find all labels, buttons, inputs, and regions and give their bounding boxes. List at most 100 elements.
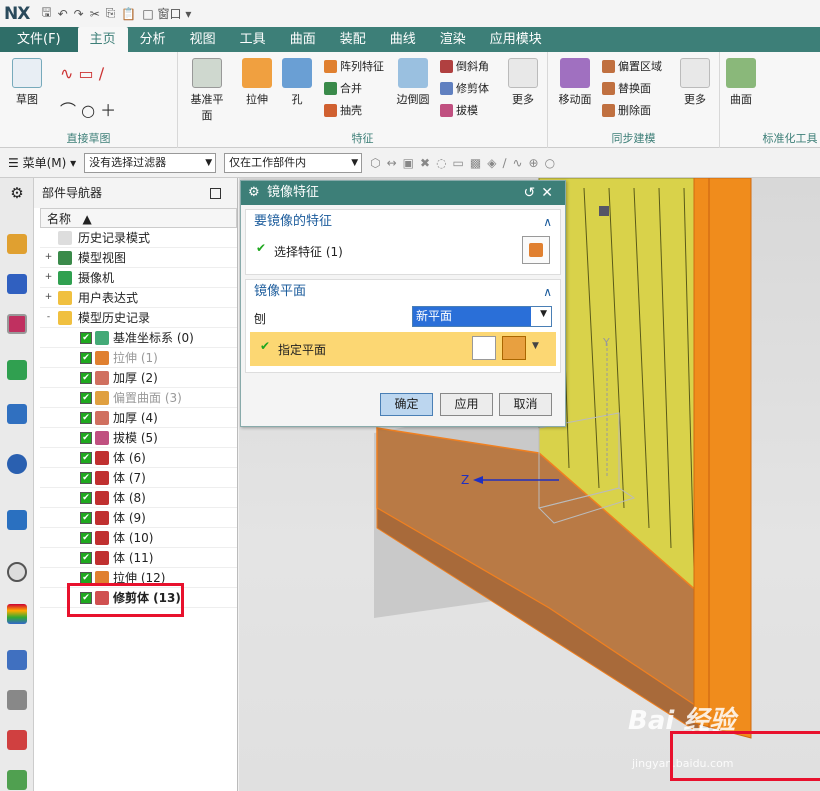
reset-icon[interactable]: ↺ <box>524 185 542 201</box>
plane-dialog-button[interactable] <box>472 336 496 360</box>
info-icon[interactable] <box>7 454 27 474</box>
cut-icon[interactable]: ✂ <box>90 7 100 21</box>
manufacturing-wizard-icon[interactable] <box>7 690 27 710</box>
history-feature-row[interactable]: ✔ 体 (6) <box>40 448 237 468</box>
tab-tools[interactable]: 工具 <box>228 27 278 52</box>
delete-face-button[interactable]: 删除面 <box>602 102 651 118</box>
expand-toggle[interactable] <box>44 233 53 242</box>
offset-region-button[interactable]: 偏置区域 <box>602 58 662 74</box>
tree-node[interactable]: + 用户表达式 <box>40 288 237 308</box>
undo-icon[interactable]: ↶ <box>58 7 68 21</box>
expand-toggle[interactable]: - <box>44 313 53 322</box>
trim-body-button[interactable]: 修剪体 <box>440 80 489 96</box>
snap-icons[interactable]: ⬡↔▣✖◌▭▩◈∕∿⊕○ <box>370 156 561 170</box>
web-browser-icon[interactable] <box>7 510 27 530</box>
tab-assembly[interactable]: 装配 <box>328 27 378 52</box>
system-scene-icon[interactable] <box>7 770 27 790</box>
part-nav-icon[interactable] <box>7 314 27 334</box>
collapse-icon[interactable]: ∧ <box>543 280 552 304</box>
expand-toggle[interactable]: + <box>44 253 53 262</box>
tab-analysis[interactable]: 分析 <box>128 27 178 52</box>
history-feature-row[interactable]: ✔ 体 (8) <box>40 488 237 508</box>
close-icon[interactable]: ✕ <box>541 185 559 201</box>
section-header[interactable]: 要镜像的特征 ∧ <box>246 210 560 234</box>
feature-checkbox[interactable]: ✔ <box>80 452 92 464</box>
gear-icon[interactable]: ⚙ <box>7 184 27 204</box>
surface-button[interactable]: 曲面 <box>720 58 762 107</box>
extrude-button[interactable]: 拉伸 <box>236 58 278 107</box>
redo-icon[interactable]: ↷ <box>74 7 84 21</box>
datum-plane-button[interactable]: 基准平面 <box>186 58 228 123</box>
tree-node[interactable]: 历史记录模式 <box>40 228 237 248</box>
history-feature-row[interactable]: ✔ 加厚 (2) <box>40 368 237 388</box>
sync-more-button[interactable]: 更多 <box>674 58 716 107</box>
history-feature-row[interactable]: ✔ 体 (10) <box>40 528 237 548</box>
chevron-down-icon[interactable]: ▼ <box>532 341 539 351</box>
pattern-feature-button[interactable]: 阵列特征 <box>324 58 384 74</box>
feature-checkbox[interactable]: ✔ <box>80 492 92 504</box>
feature-checkbox[interactable]: ✔ <box>80 532 92 544</box>
tree-node[interactable]: + 摄像机 <box>40 268 237 288</box>
save-icon[interactable]: 🖫 <box>41 3 51 24</box>
tab-application[interactable]: 应用模块 <box>478 27 554 52</box>
history-feature-row[interactable]: ✔ 基准坐标系 (0) <box>40 328 237 348</box>
menu-button[interactable]: ☰ 菜单(M) ▾ <box>8 154 76 171</box>
hole-button[interactable]: 孔 <box>276 58 318 107</box>
apply-button[interactable]: 应用 <box>440 393 493 416</box>
tab-curve[interactable]: 曲线 <box>378 27 428 52</box>
specify-plane-row[interactable]: ✔ 指定平面 ▼ <box>250 332 556 366</box>
history-clock-icon[interactable] <box>7 562 27 582</box>
tab-surface[interactable]: 曲面 <box>278 27 328 52</box>
tab-view[interactable]: 视图 <box>178 27 228 52</box>
constraint-nav-icon[interactable] <box>7 274 27 294</box>
tree-node[interactable]: + 模型视图 <box>40 248 237 268</box>
window-menu[interactable]: □ 窗口 ▾ <box>142 5 191 22</box>
feature-checkbox[interactable]: ✔ <box>80 412 92 424</box>
feature-checkbox[interactable]: ✔ <box>80 432 92 444</box>
feature-more-button[interactable]: 更多 <box>502 58 544 107</box>
feature-checkbox[interactable]: ✔ <box>80 392 92 404</box>
tree-node[interactable]: - 模型历史记录 <box>40 308 237 328</box>
expand-toggle[interactable]: + <box>44 293 53 302</box>
ok-button[interactable]: 确定 <box>380 393 433 416</box>
history-feature-row[interactable]: ✔ 拔模 (5) <box>40 428 237 448</box>
feature-checkbox[interactable]: ✔ <box>80 512 92 524</box>
feature-checkbox[interactable]: ✔ <box>80 332 92 344</box>
hd3d-icon[interactable] <box>7 404 27 424</box>
maximize-icon[interactable] <box>210 188 221 199</box>
tab-home[interactable]: 主页 <box>77 27 128 52</box>
select-feature-button[interactable] <box>522 236 550 264</box>
gear-icon[interactable]: ⚙ <box>248 181 260 205</box>
feature-checkbox[interactable]: ✔ <box>80 472 92 484</box>
replace-face-button[interactable]: 替换面 <box>602 80 651 96</box>
selection-scope-select[interactable]: 仅在工作部件内 ▼ <box>224 152 363 173</box>
history-feature-row[interactable]: ✔ 加厚 (4) <box>40 408 237 428</box>
sketch-button[interactable]: 草图 <box>6 58 48 107</box>
collapse-icon[interactable]: ∧ <box>543 210 552 234</box>
unite-button[interactable]: 合并 <box>324 80 362 96</box>
reuse-library-icon[interactable] <box>7 360 27 380</box>
history-feature-row[interactable]: ✔ 拉伸 (1) <box>40 348 237 368</box>
feature-checkbox[interactable]: ✔ <box>80 372 92 384</box>
feature-checkbox[interactable]: ✔ <box>80 552 92 564</box>
name-column-header[interactable]: 名称 ▲ <box>40 208 237 228</box>
history-feature-row[interactable]: ✔ 体 (9) <box>40 508 237 528</box>
expand-toggle[interactable]: + <box>44 273 53 282</box>
cancel-button[interactable]: 取消 <box>499 393 552 416</box>
paste-icon[interactable]: 📋 <box>121 7 136 21</box>
edge-blend-button[interactable]: 边倒圆 <box>392 58 434 107</box>
history-feature-row[interactable]: ✔ 体 (7) <box>40 468 237 488</box>
tab-render[interactable]: 渲染 <box>428 27 478 52</box>
feature-checkbox[interactable]: ✔ <box>80 352 92 364</box>
tab-file[interactable]: 文件(F) <box>0 27 78 52</box>
arc-icon[interactable]: ⌒ ○ ＋ <box>60 97 116 121</box>
process-studio-icon[interactable] <box>7 650 27 670</box>
type-filter-select[interactable]: 没有选择过滤器 ▼ <box>84 152 217 173</box>
draft-button[interactable]: 拔模 <box>440 102 478 118</box>
assembly-nav-icon[interactable] <box>7 234 27 254</box>
shell-button[interactable]: 抽壳 <box>324 102 362 118</box>
chamfer-button[interactable]: 倒斜角 <box>440 58 489 74</box>
plane-type-icon[interactable] <box>502 336 526 360</box>
copy-icon[interactable]: ⎘ <box>106 6 116 21</box>
plane-option-select[interactable]: 新平面 ▼ <box>412 306 552 327</box>
